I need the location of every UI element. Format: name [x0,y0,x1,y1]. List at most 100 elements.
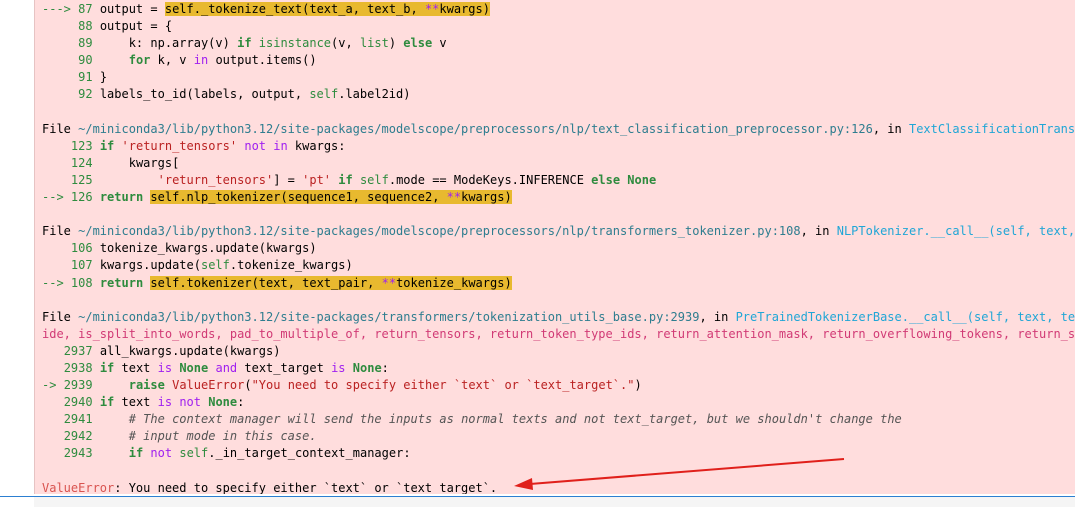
code-token: ** [446,190,462,205]
line-marker [42,361,64,375]
code-token: ** [424,2,440,16]
line-number: 106 [70,241,93,256]
line-marker: ---> [42,2,79,16]
line-number: 2942 [63,429,93,444]
code-token: # input mode in this case. [128,429,317,444]
code-token: not [150,446,173,461]
line-marker: -> [42,378,64,393]
line-marker [42,395,64,409]
code-token: # The context manager will send the inpu… [128,412,902,427]
line-marker [42,19,78,33]
code-token: None [208,395,238,410]
code-token: .tokenizer(text, text_pair, [179,275,382,290]
code-token: kwargs.update( [99,258,201,273]
line-number: 2937 [63,343,93,358]
line-marker: --> [42,190,71,205]
line-number: 87 [78,2,93,16]
line-number: 2941 [63,412,93,427]
line-marker [42,173,71,187]
line-marker [42,446,64,460]
code-line: 2938 if text is None and text_target is … [42,360,1075,377]
code-token: : [237,395,245,410]
code-token: return [99,275,144,290]
code-token: tokenize_kwargs) [396,275,512,290]
code-line: 125 'return_tensors'] = 'pt' if self.mod… [42,172,1075,189]
code-token: output.items() [208,53,317,68]
code-line: ---> 87 output = self._tokenize_text(tex… [42,1,1075,18]
code-token: not in [244,138,288,153]
code-token: None [627,172,657,187]
code-token: self [164,2,194,16]
code-token: .label2id) [338,87,411,102]
line-marker [42,53,78,67]
code-line: -> 2939 raise ValueError("You need to sp… [42,377,1075,394]
code-token: NLPTokenizer.__call__(self, text, text_p… [836,224,1075,239]
line-number: 90 [78,53,93,68]
error-message: ValueError: You need to specify either `… [42,480,1075,494]
next-cell[interactable] [34,497,1075,507]
code-token: ** [381,275,397,290]
code-line: 2940 if text is not None: [42,394,1075,411]
code-token: TextClassificationTransformersPreprocess… [908,121,1075,136]
code-line: 92 labels_to_id(labels, output, self.lab… [42,86,1075,103]
code-line: 107 kwargs.update(self.tokenize_kwargs) [42,257,1075,274]
code-token: ._tokenize_text(text_a, text_b, [193,2,425,16]
code-token: : [381,360,389,375]
code-token: .tokenize_kwargs) [229,258,353,273]
code-token: all_kwargs.update(kwargs) [99,343,281,358]
line-number: 123 [70,138,93,153]
code-line: 124 kwargs[ [42,155,1075,172]
code-line: 89 k: np.array(v) if isinstance(v, list)… [42,35,1075,52]
line-marker [42,36,78,50]
code-token: .mode == ModeKeys.INFERENCE [388,172,592,187]
line-number: 91 [78,70,93,85]
code-token: self [150,190,180,205]
code-token: list [359,36,389,51]
line-marker [42,87,78,101]
code-token: ValueError [42,480,115,494]
code-token: ._in_target_context_manager: [208,446,411,461]
code-token: : You need to specify either `text` or `… [114,480,498,494]
code-line: 123 if 'return_tensors' not in kwargs: [42,138,1075,155]
code-line: 91 } [42,69,1075,86]
code-token: else [403,36,433,51]
line-marker [42,344,64,358]
code-token: File [42,224,79,239]
code-token: k, v [150,53,194,68]
code-token: v [432,36,447,51]
line-number: 2943 [63,446,93,461]
code-token: File [42,121,79,136]
code-line: 90 for k, v in output.items() [42,52,1075,69]
code-token: isinstance [258,36,332,51]
code-token: } [99,70,108,85]
code-token: None [352,360,382,375]
code-token: is not [157,395,201,410]
code-token: (v, [331,36,360,51]
code-line: --> 126 return self.nlp_tokenizer(sequen… [42,189,1075,206]
code-token: ] = [273,172,303,187]
code-token: if [338,172,353,187]
line-marker [42,258,71,272]
code-token: else [591,172,621,187]
code-token: text [114,395,158,410]
traceback-text: ---> 87 output = self._tokenize_text(tex… [42,1,1075,494]
code-token: kwargs) [439,2,490,16]
code-token: "You need to specify either `text` or `t… [251,378,635,393]
line-number: 92 [78,87,93,102]
code-line: 2943 if not self._in_target_context_mana… [42,445,1075,462]
traceback-file-header: File ~/miniconda3/lib/python3.12/site-pa… [42,223,1075,240]
code-line: --> 108 return self.tokenizer(text, text… [42,275,1075,292]
traceback-file-header: File ~/miniconda3/lib/python3.12/site-pa… [42,309,1075,326]
code-token: self [179,446,209,461]
code-token: is [331,360,346,375]
code-token: ValueError [172,378,245,393]
